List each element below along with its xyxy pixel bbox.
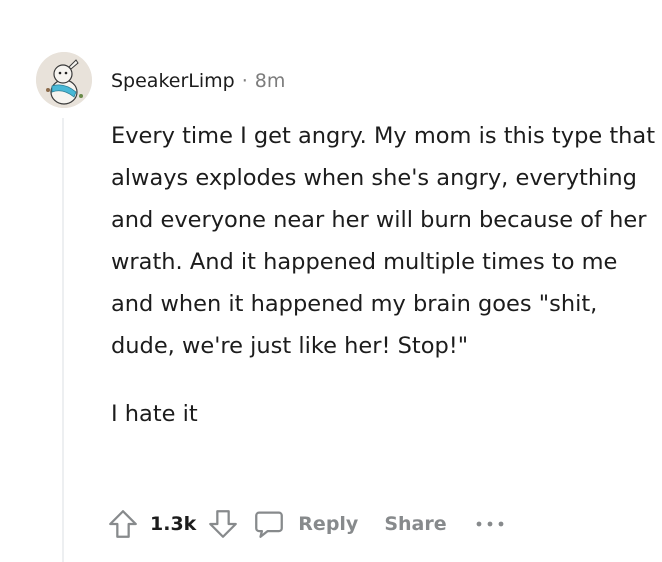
- username[interactable]: SpeakerLimp: [111, 70, 235, 92]
- arrow-down-outline-icon: [209, 510, 238, 538]
- timestamp: 8m: [254, 70, 286, 92]
- speech-bubble-icon: [255, 511, 284, 538]
- comment: SpeakerLimp · 8m Every time I get angry.…: [0, 0, 662, 562]
- reply-button[interactable]: Reply: [252, 507, 358, 541]
- thread-line[interactable]: [62, 118, 64, 562]
- comment-paragraph: I hate it: [111, 401, 198, 427]
- avatar[interactable]: [36, 52, 92, 108]
- snoo-avatar-icon: [36, 52, 92, 108]
- arrow-up-outline-icon: [109, 510, 137, 538]
- more-options-button[interactable]: [475, 519, 505, 529]
- more-horizontal-icon: [476, 521, 504, 527]
- reply-label: Reply: [298, 513, 359, 535]
- comment-body: Every time I get angry. My mom is this t…: [111, 115, 656, 435]
- meta-separator: ·: [241, 70, 248, 92]
- vote-count: 1.3k: [150, 513, 197, 535]
- comment-paragraph: Every time I get angry. My mom is this t…: [111, 123, 656, 359]
- upvote-button[interactable]: [106, 507, 140, 541]
- comment-actions: 1.3k Reply Share: [106, 502, 505, 546]
- share-button[interactable]: Share: [384, 513, 446, 535]
- downvote-button[interactable]: [206, 507, 240, 541]
- comment-header: SpeakerLimp · 8m: [111, 66, 285, 96]
